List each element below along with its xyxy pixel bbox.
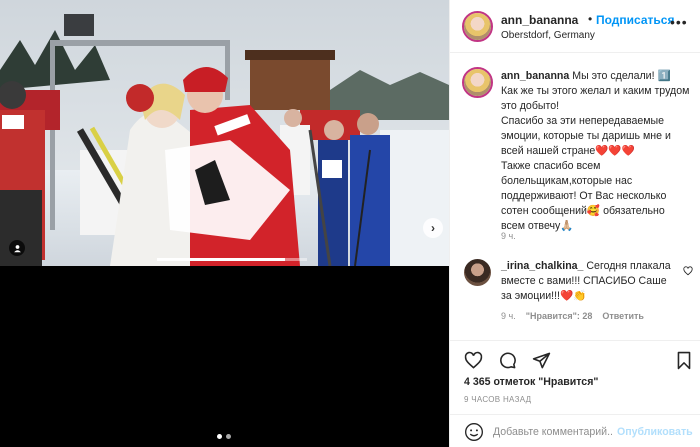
- caption-username[interactable]: ann_bananna: [501, 70, 569, 82]
- comments-section: ann_bananna Мы это сделали! 1️⃣ Как же т…: [450, 53, 700, 340]
- video-progress-bar[interactable]: [157, 258, 307, 261]
- add-comment-bar: Опубликовать: [450, 414, 700, 447]
- post-timestamp[interactable]: 9 ЧАСОВ НАЗАД: [464, 395, 531, 404]
- heart-outline-icon: [683, 266, 693, 276]
- video-progress-fill: [157, 258, 285, 261]
- save-button[interactable]: [673, 349, 695, 371]
- chevron-right-icon: ›: [431, 221, 435, 235]
- tagged-people-button[interactable]: [9, 240, 25, 256]
- comment-text-block: _irina_chalkina_ Сегодня плакала вместе …: [501, 259, 676, 304]
- carousel-dot: [217, 434, 222, 439]
- comment-bubble-icon: [499, 352, 516, 368]
- action-icons: [462, 349, 552, 371]
- location-link[interactable]: Oberstdorf, Germany: [501, 30, 595, 41]
- like-button[interactable]: [462, 349, 484, 371]
- caption-time: 9 ч.: [501, 231, 516, 241]
- share-button[interactable]: [530, 349, 552, 371]
- bookmark-icon: [677, 351, 691, 369]
- more-options-icon[interactable]: •••: [670, 14, 688, 30]
- comment-button[interactable]: [496, 349, 518, 371]
- post-media: ›: [0, 0, 449, 447]
- comment-time: 9 ч.: [501, 311, 516, 321]
- post-caption: ann_bananna Мы это сделали! 1️⃣ Как же т…: [501, 69, 691, 234]
- carousel-dots: [217, 434, 231, 439]
- skiers-photo: [0, 0, 449, 266]
- post-photo[interactable]: ›: [0, 0, 449, 266]
- follow-button[interactable]: Подписаться: [596, 13, 674, 27]
- heart-icon: [464, 351, 482, 369]
- post-header: ann_bananna • Подписаться Oberstdorf, Ge…: [450, 0, 700, 53]
- publish-button[interactable]: Опубликовать: [617, 426, 693, 438]
- comment-input[interactable]: [493, 423, 613, 441]
- comment-likes-link[interactable]: "Нравится": 28: [526, 311, 593, 321]
- caption-avatar[interactable]: [464, 69, 491, 96]
- likes-count[interactable]: 4 365 отметок "Нравится": [464, 376, 598, 388]
- comment-username[interactable]: _irina_chalkina_: [501, 260, 583, 272]
- caption-first-line: Мы это сделали! 1️⃣: [572, 70, 671, 82]
- person-icon: [13, 244, 21, 252]
- carousel-dot: [226, 434, 231, 439]
- username-link[interactable]: ann_bananna: [501, 13, 578, 27]
- separator-dot: •: [588, 12, 593, 26]
- emoji-icon[interactable]: [464, 422, 484, 442]
- commenter-avatar[interactable]: [464, 259, 491, 286]
- next-slide-button[interactable]: ›: [423, 218, 443, 238]
- avatar[interactable]: [464, 13, 491, 40]
- send-icon: [532, 352, 550, 368]
- post-side-panel: ann_bananna • Подписаться Oberstdorf, Ge…: [449, 0, 700, 447]
- comment-reply-button[interactable]: Ответить: [602, 311, 644, 321]
- comment-like-icon[interactable]: [683, 266, 693, 279]
- caption-body: Как же ты этого желал и каким трудом это…: [501, 85, 690, 232]
- comment-meta: 9 ч. "Нравится": 28 Ответить: [501, 311, 644, 321]
